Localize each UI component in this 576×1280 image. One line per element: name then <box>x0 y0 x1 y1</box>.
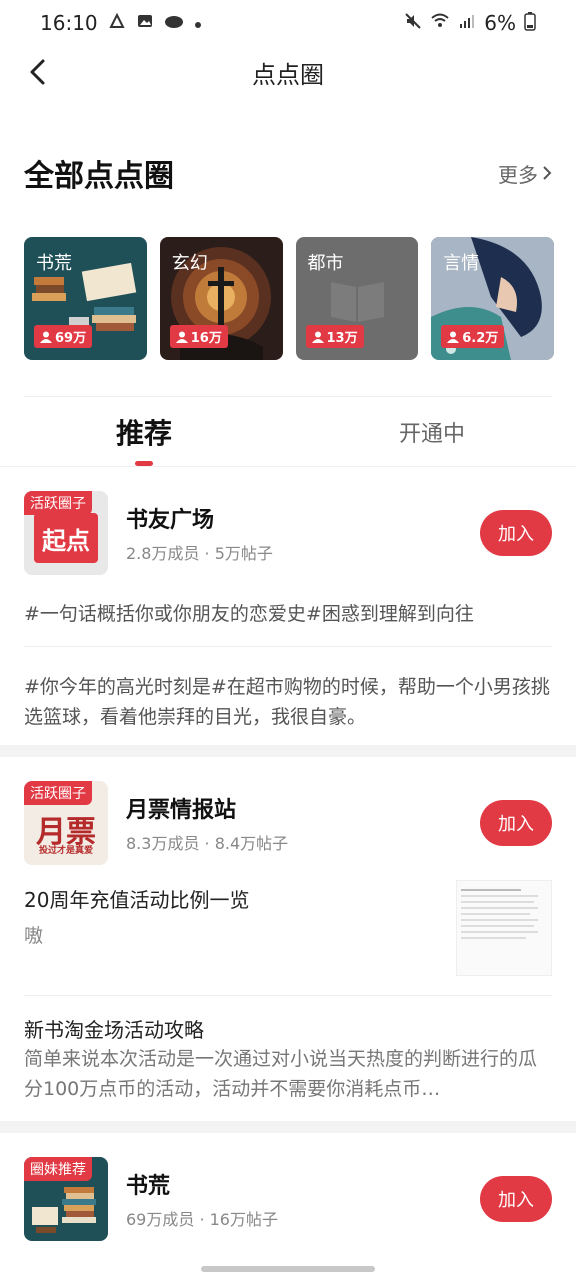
category-name: 书荒 <box>36 253 72 274</box>
topic-item[interactable]: #你今年的高光时刻是#在超市购物的时候，帮助一个小男孩挑选篮球，看着他崇拜的目光… <box>24 672 552 732</box>
category-card[interactable]: 书荒 69万 <box>24 237 147 360</box>
circle-stats: 2.8万成员 · 5万帖子 <box>126 544 273 563</box>
more-link[interactable]: 更多 <box>498 159 552 188</box>
wifi-icon <box>430 12 450 34</box>
status-time: 16:10 <box>40 11 98 35</box>
tab-bar: 推荐 开通中 <box>0 398 576 466</box>
tab-label: 推荐 <box>115 417 172 450</box>
circle-name: 月票情报站 <box>126 797 237 823</box>
section-header: 全部点点圈 更多 <box>24 150 552 196</box>
divider <box>24 646 552 647</box>
member-badge: 16万 <box>169 325 228 348</box>
divider <box>24 396 552 397</box>
more-label: 更多 <box>498 162 538 187</box>
circle-tag: 活跃圈子 <box>24 491 92 515</box>
circle-avatar[interactable]: 活跃圈子 月票 投过才是真爱 <box>24 781 108 865</box>
join-button[interactable]: 加入 <box>480 1176 552 1222</box>
post-thumbnail[interactable] <box>456 880 552 976</box>
circle-info: 书友广场 2.8万成员 · 5万帖子 <box>126 502 480 564</box>
chevron-left-icon <box>30 59 45 85</box>
thumb-line <box>461 907 539 909</box>
tab-recommend[interactable]: 推荐 <box>0 398 288 466</box>
thumb-line <box>461 925 535 927</box>
chevron-right-icon <box>543 166 552 180</box>
category-card[interactable]: 都市 13万 <box>295 237 419 360</box>
divider <box>24 995 552 996</box>
member-count: 13万 <box>326 331 358 346</box>
logo-text: 起点 <box>42 526 90 555</box>
gallery-icon <box>136 12 154 34</box>
circle-avatar[interactable]: 活跃圈子 起点 <box>24 491 108 575</box>
battery-icon <box>524 11 536 35</box>
tab-opening[interactable]: 开通中 <box>288 398 576 466</box>
post-body: 嗷 <box>24 925 44 947</box>
mute-icon <box>404 12 422 34</box>
circle-name: 书荒 <box>126 1173 171 1199</box>
circle-stats: 69万成员 · 16万帖子 <box>126 1210 278 1229</box>
circle-stats: 8.3万成员 · 8.4万帖子 <box>126 834 289 853</box>
thumb-line <box>461 901 535 903</box>
thumb-line <box>461 895 539 897</box>
status-right: 6% <box>404 11 536 35</box>
join-button[interactable]: 加入 <box>480 510 552 556</box>
member-badge: 13万 <box>305 325 364 348</box>
dot-icon <box>194 14 202 33</box>
category-card[interactable]: 玄幻 16万 <box>159 237 283 360</box>
signal-icon <box>458 12 476 34</box>
thumb-line <box>461 889 522 891</box>
person-icon <box>175 331 188 343</box>
category-card[interactable]: 言情 6.2万 <box>431 237 554 360</box>
nav-bar: 点点圈 <box>0 46 576 98</box>
home-indicator[interactable] <box>201 1266 375 1272</box>
divider <box>0 466 576 467</box>
person-icon <box>311 331 324 343</box>
circle-header[interactable]: 圈妹推荐 书荒 69万成员 · 16万帖子 加入 <box>24 1157 552 1241</box>
avatar-subtitle: 投过才是真爱 <box>38 846 93 856</box>
member-badge: 6.2万 <box>441 325 505 348</box>
back-button[interactable] <box>20 54 56 90</box>
circle-info: 月票情报站 8.3万成员 · 8.4万帖子 <box>126 792 480 854</box>
thumb-line <box>461 913 530 915</box>
tab-label: 开通中 <box>398 422 465 447</box>
category-name: 言情 <box>443 253 480 274</box>
notification-app-icon <box>108 12 126 34</box>
battery-percent: 6% <box>484 11 516 35</box>
post-title[interactable]: 20周年充值活动比例一览 <box>24 884 249 913</box>
circle-name: 书友广场 <box>126 507 215 533</box>
circle-tag: 活跃圈子 <box>24 781 92 805</box>
section-separator <box>0 745 576 757</box>
circle-header[interactable]: 活跃圈子 起点 书友广场 2.8万成员 · 5万帖子 加入 <box>24 491 552 575</box>
status-bar: 16:10 6% <box>0 0 576 46</box>
member-count: 69万 <box>55 331 87 346</box>
post-title[interactable]: 新书淘金场活动攻略 <box>24 1014 204 1043</box>
page-title: 点点圈 <box>252 60 324 89</box>
member-count: 6.2万 <box>462 331 499 346</box>
post-body: 简单来说本次活动是一次通过对小说当天热度的判断进行的瓜分100万点币的活动，活动… <box>24 1048 538 1100</box>
qidian-logo: 起点 <box>34 513 98 563</box>
join-button[interactable]: 加入 <box>480 800 552 846</box>
category-cards: 书荒 69万 玄幻 16万 都市 13万 言情 6.2万 <box>24 237 554 360</box>
category-name: 玄幻 <box>171 253 208 274</box>
category-name: 都市 <box>307 253 344 274</box>
thumb-line <box>461 937 526 939</box>
circle-tag: 圈妹推荐 <box>24 1157 92 1181</box>
person-icon <box>40 331 52 343</box>
member-badge: 69万 <box>34 325 93 348</box>
circle-avatar[interactable]: 圈妹推荐 <box>24 1157 108 1241</box>
thumb-line <box>461 931 539 933</box>
circle-info: 书荒 69万成员 · 16万帖子 <box>126 1168 480 1230</box>
member-count: 16万 <box>190 331 222 346</box>
cloud-icon <box>164 12 184 34</box>
topic-item[interactable]: #一句话概括你或你朋友的恋爱史#困惑到理解到向往 <box>24 599 552 629</box>
circle-header[interactable]: 活跃圈子 月票 投过才是真爱 月票情报站 8.3万成员 · 8.4万帖子 加入 <box>24 781 552 865</box>
status-left: 16:10 <box>40 11 202 35</box>
section-separator <box>0 1121 576 1133</box>
section-title: 全部点点圈 <box>24 159 174 194</box>
thumb-line <box>461 919 539 921</box>
person-icon <box>447 331 460 343</box>
